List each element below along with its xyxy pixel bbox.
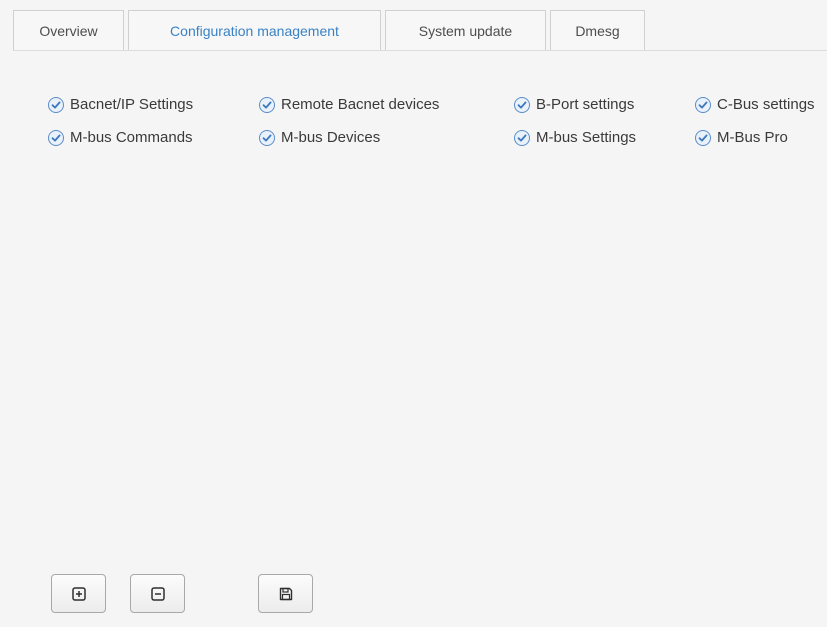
tab-dmesg[interactable]: Dmesg [550,10,645,50]
checkbox-checked-icon[interactable] [259,96,275,113]
option-label: C-Bus settings [717,96,815,113]
checkbox-checked-icon[interactable] [514,129,530,146]
option-label: M-Bus Pro [717,129,788,146]
tab-overview-label: Overview [39,22,98,39]
option-m-bus-devices[interactable]: M-bus Devices [259,129,380,146]
option-label: B-Port settings [536,96,635,113]
checkbox-checked-icon[interactable] [695,96,711,113]
tab-configuration-management-label: Configuration management [170,22,339,39]
tab-overview[interactable]: Overview [13,10,124,50]
option-label: Bacnet/IP Settings [70,96,194,113]
checkbox-checked-icon[interactable] [48,96,64,113]
save-button[interactable] [258,574,313,613]
plus-square-icon [71,586,86,601]
option-m-bus-commands[interactable]: M-bus Commands [48,129,193,146]
option-label: M-bus Commands [70,129,193,146]
floppy-disk-icon [279,587,292,600]
remove-button[interactable] [130,574,185,613]
checkbox-checked-icon[interactable] [259,129,275,146]
tab-dmesg-label: Dmesg [575,22,620,39]
option-bacnet-ip-settings[interactable]: Bacnet/IP Settings [48,96,193,113]
add-button[interactable] [51,574,106,613]
tab-system-update-label: System update [418,22,513,39]
checkbox-checked-icon[interactable] [695,129,711,146]
checkbox-checked-icon[interactable] [514,96,530,113]
tab-system-update[interactable]: System update [385,10,546,50]
option-c-bus-settings[interactable]: C-Bus settings [695,96,815,113]
option-label: M-bus Devices [281,129,381,146]
configuration-options: Bacnet/IP Settings Remote Bacnet devices… [48,96,827,166]
option-label: Remote Bacnet devices [281,96,440,113]
option-remote-bacnet-devices[interactable]: Remote Bacnet devices [259,96,439,113]
option-b-port-settings[interactable]: B-Port settings [514,96,634,113]
option-label: M-bus Settings [536,129,637,146]
checkbox-checked-icon[interactable] [48,129,64,146]
minus-square-icon [150,586,165,601]
tab-bar: Overview Configuration management System… [13,10,827,51]
option-m-bus-settings[interactable]: M-bus Settings [514,129,636,146]
option-m-bus-pro[interactable]: M-Bus Pro [695,129,788,146]
tab-configuration-management[interactable]: Configuration management [128,10,381,50]
